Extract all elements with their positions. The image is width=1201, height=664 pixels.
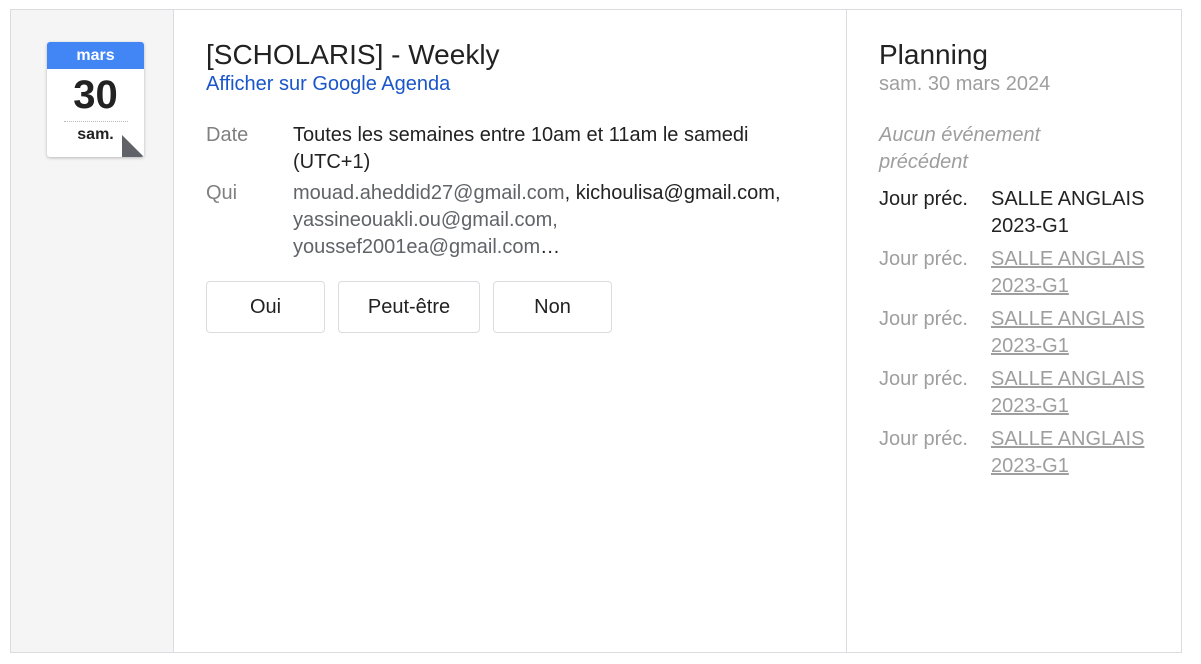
agenda-item-link[interactable]: SALLE ANGLAIS 2023-G1: [991, 246, 1151, 300]
page-fold-icon: [122, 135, 144, 157]
date-sidebar: mars 30 sam.: [11, 10, 174, 652]
agenda-item-time: Jour préc.: [879, 188, 968, 210]
event-details-panel: [SCHOLARIS] - Weekly Afficher sur Google…: [174, 10, 847, 652]
guest-email: mouad.aheddid27@gmail.com: [293, 182, 565, 204]
agenda-item-time: Jour préc.: [879, 308, 968, 330]
agenda-item-time: Jour préc.: [879, 248, 968, 270]
guest-email: yassineouakli.ou@gmail.com,: [293, 209, 558, 231]
agenda-item: Jour préc. SALLE ANGLAIS 2023-G1: [879, 366, 1151, 420]
event-title: [SCHOLARIS] - Weekly: [206, 39, 500, 70]
rsvp-buttons: Oui Peut-être Non: [206, 281, 814, 333]
agenda-item: Jour préc. SALLE ANGLAIS 2023-G1: [879, 306, 1151, 360]
date-value: Toutes les semaines entre 10am et 11am l…: [293, 124, 749, 173]
guest-list: mouad.aheddid27@gmail.com, kichoulisa@gm…: [293, 180, 814, 261]
agenda-item-title: SALLE ANGLAIS 2023-G1: [991, 188, 1145, 237]
planning-panel: Planning sam. 30 mars 2024 Aucun événeme…: [847, 10, 1181, 652]
guest-email: kichoulisa@gmail.com,: [575, 182, 781, 204]
agenda-item: Jour préc. SALLE ANGLAIS 2023-G1: [879, 186, 1151, 240]
view-in-google-calendar-link[interactable]: Afficher sur Google Agenda: [206, 72, 450, 96]
calendar-month: mars: [47, 42, 144, 69]
rsvp-no-button[interactable]: Non: [493, 281, 612, 333]
agenda-item-link[interactable]: SALLE ANGLAIS 2023-G1: [991, 426, 1151, 480]
event-invitation-card: mars 30 sam. [SCHOLARIS] - Weekly Affich…: [10, 9, 1182, 653]
agenda-item-time: Jour préc.: [879, 368, 968, 390]
agenda-item-link[interactable]: SALLE ANGLAIS 2023-G1: [991, 306, 1151, 360]
rsvp-maybe-button[interactable]: Peut-être: [338, 281, 480, 333]
calendar-day: 30: [73, 73, 118, 117]
agenda-item: Jour préc. SALLE ANGLAIS 2023-G1: [879, 246, 1151, 300]
guest-list-ellipsis: …: [540, 236, 561, 258]
date-label: Date: [206, 124, 249, 146]
guests-row: Qui mouad.aheddid27@gmail.com, kichoulis…: [206, 180, 814, 261]
guests-label: Qui: [206, 182, 238, 204]
agenda-item-link[interactable]: SALLE ANGLAIS 2023-G1: [991, 366, 1151, 420]
agenda-list: Jour préc. SALLE ANGLAIS 2023-G1 Jour pr…: [879, 186, 1151, 480]
no-previous-event-text: Aucun événement précédent: [879, 124, 1041, 173]
planning-date: sam. 30 mars 2024: [879, 73, 1051, 95]
agenda-item: Jour préc. SALLE ANGLAIS 2023-G1: [879, 426, 1151, 480]
guest-separator: ,: [564, 182, 576, 204]
calendar-divider: [63, 121, 128, 122]
guest-email: youssef2001ea@gmail.com: [293, 236, 541, 258]
rsvp-yes-button[interactable]: Oui: [206, 281, 325, 333]
date-row: Date Toutes les semaines entre 10am et 1…: [206, 122, 814, 176]
event-details: Date Toutes les semaines entre 10am et 1…: [206, 122, 814, 261]
calendar-date-icon: mars 30 sam.: [47, 42, 144, 157]
planning-title: Planning: [879, 39, 988, 70]
agenda-item-time: Jour préc.: [879, 428, 968, 450]
